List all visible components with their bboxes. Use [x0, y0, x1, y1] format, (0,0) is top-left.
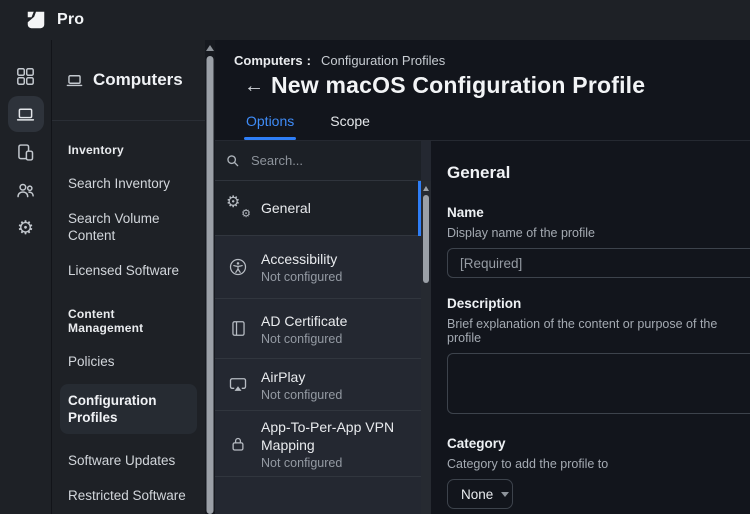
payload-item-status: Not configured [261, 456, 413, 470]
jamf-logo[interactable] [24, 8, 48, 32]
breadcrumb-separator: : [307, 53, 311, 68]
top-bar: Pro [0, 0, 750, 40]
page-title: New macOS Configuration Profile [271, 72, 645, 99]
general-form: General Name Display name of the profile… [431, 141, 750, 514]
payload-item-status: Not configured [261, 270, 413, 284]
rail-item-devices[interactable] [8, 134, 44, 170]
breadcrumb-current[interactable]: Configuration Profiles [321, 53, 445, 68]
certificate-icon [229, 319, 248, 338]
sidebar-item-search-inventory[interactable]: Search Inventory [68, 175, 189, 192]
grid-icon [15, 66, 36, 87]
category-label: Category [447, 436, 750, 451]
payload-item-accessibility[interactable]: Accessibility Not configured [215, 236, 421, 299]
sidebar-title: Computers [93, 70, 183, 90]
product-name: Pro [57, 11, 84, 29]
payload-item-status: Not configured [261, 332, 413, 346]
payload-item-status: Not configured [261, 388, 413, 402]
sidebar-item-policies[interactable]: Policies [68, 353, 189, 370]
chevron-down-icon [501, 492, 509, 497]
payload-item-label: AD Certificate [261, 312, 413, 330]
tab-scope-label: Scope [330, 113, 370, 129]
description-textarea[interactable] [447, 353, 750, 414]
sidebar-item-licensed-software[interactable]: Licensed Software [68, 262, 189, 279]
name-input[interactable] [447, 248, 750, 278]
payload-item-label: AirPlay [261, 368, 413, 386]
icon-rail: ⚙ [0, 40, 52, 514]
breadcrumb: Computers : Configuration Profiles [215, 40, 750, 68]
rail-item-users[interactable] [8, 172, 44, 208]
tab-options[interactable]: Options [246, 113, 294, 140]
payload-scrollbar-thumb[interactable] [423, 195, 429, 283]
active-tab-underline [244, 137, 296, 141]
name-label: Name [447, 205, 750, 220]
sidebar-item-restricted-software[interactable]: Restricted Software [68, 487, 189, 504]
category-dropdown[interactable]: None [447, 479, 513, 509]
form-heading: General [447, 163, 750, 183]
payload-search-placeholder: Search... [251, 153, 303, 168]
category-help: Category to add the profile to [447, 457, 750, 471]
airplay-icon [228, 375, 248, 395]
description-label: Description [447, 296, 750, 311]
rail-item-computers[interactable] [8, 96, 44, 132]
payload-item-general[interactable]: ⚙ ⚙ General [215, 181, 421, 236]
sidebar-section-inventory: Inventory [68, 143, 189, 157]
sidebar-section-content-management: Content Management [68, 307, 189, 335]
lock-icon [229, 435, 247, 453]
laptop-icon [65, 71, 84, 90]
mobile-devices-icon [15, 142, 36, 163]
sidebar-item-software-updates[interactable]: Software Updates [68, 452, 189, 469]
name-help: Display name of the profile [447, 226, 750, 240]
gear-icon: ⚙ [17, 219, 34, 238]
breadcrumb-root[interactable]: Computers [234, 53, 303, 68]
accessibility-icon [228, 257, 248, 277]
payload-item-label: General [261, 199, 413, 217]
payload-scrollbar[interactable] [421, 181, 431, 514]
sidebar-item-configuration-profiles[interactable]: Configuration Profiles [60, 384, 197, 434]
payload-item-label: Accessibility [261, 250, 413, 268]
tab-scope[interactable]: Scope [330, 113, 370, 140]
page-scrollbar[interactable] [205, 40, 215, 514]
rail-item-dashboard[interactable] [8, 58, 44, 94]
description-help: Brief explanation of the content or purp… [447, 317, 750, 345]
gears-icon: ⚙ ⚙ [227, 197, 249, 219]
sidebar-header: Computers [52, 40, 205, 121]
search-icon [225, 153, 241, 169]
payload-panel: Search... ⚙ ⚙ General [215, 141, 431, 514]
payload-search[interactable]: Search... [215, 141, 421, 181]
app-window: Pro [0, 0, 750, 514]
users-icon [15, 180, 36, 201]
scroll-up-icon[interactable] [206, 45, 214, 51]
payload-item-ad-certificate[interactable]: AD Certificate Not configured [215, 299, 421, 359]
laptop-icon [15, 104, 36, 125]
title-row: ← New macOS Configuration Profile [215, 72, 750, 99]
category-value: None [461, 487, 493, 502]
scroll-up-icon[interactable] [423, 186, 429, 191]
jamf-logo-icon [25, 9, 47, 31]
back-button[interactable]: ← [244, 76, 266, 96]
sidebar: Computers Inventory Search Inventory Sea… [52, 40, 205, 514]
sidebar-item-search-volume-content[interactable]: Search Volume Content [68, 210, 189, 244]
tab-options-label: Options [246, 113, 294, 129]
page-scrollbar-thumb[interactable] [207, 56, 214, 514]
payload-item-airplay[interactable]: AirPlay Not configured [215, 359, 421, 411]
main-content: Computers : Configuration Profiles ← New… [215, 40, 750, 514]
tab-bar: Options Scope [246, 113, 750, 140]
rail-item-settings[interactable]: ⚙ [8, 210, 44, 246]
payload-item-app-vpn-mapping[interactable]: App-To-Per-App VPN Mapping Not configure… [215, 411, 421, 477]
payload-item-label: App-To-Per-App VPN Mapping [261, 418, 413, 454]
